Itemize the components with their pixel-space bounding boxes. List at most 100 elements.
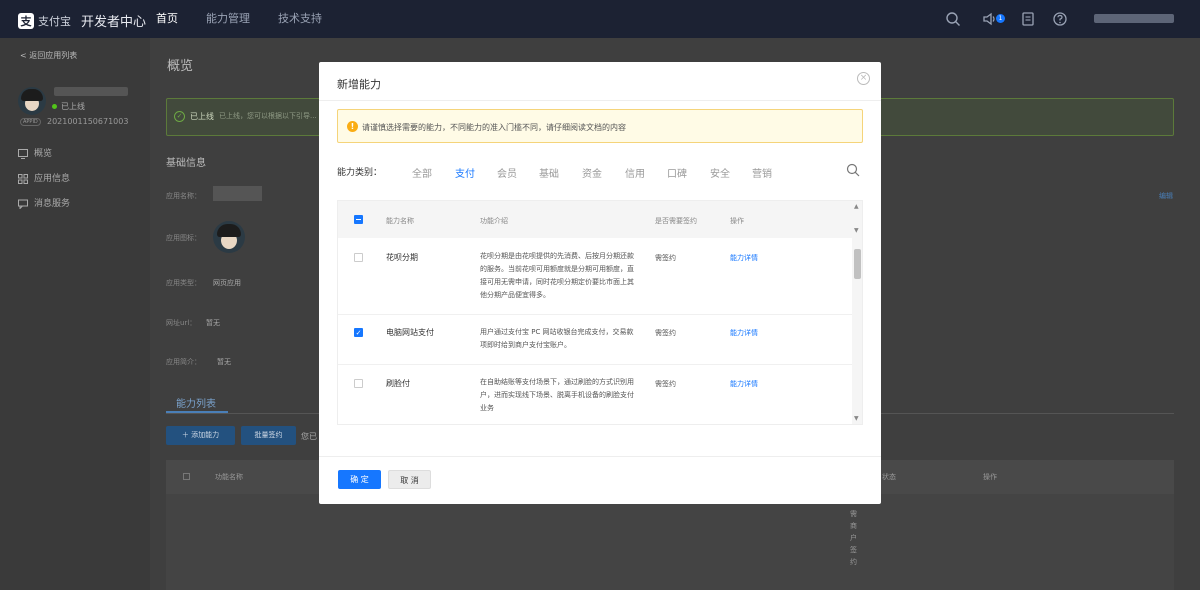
row-checkbox-pc-web-pay[interactable]: ✓ [354,328,363,337]
search-icon[interactable] [846,163,860,177]
sidebar-item-overview[interactable]: 概览 [18,146,70,171]
main-nav: 首页 能力管理 技术支持 [156,0,350,38]
alipay-logo-icon: 支 [18,12,34,29]
field-label-type: 应用类型： [166,279,201,287]
row-desc: 用户通过支付宝 PC 网站收银台完成支付，交易款项即时给到商户支付宝账户。 [480,328,634,349]
category-credit[interactable]: 信用 [625,165,645,180]
table-header-status: 状态 [882,473,896,481]
sidebar-item-message[interactable]: 消息服务 [18,196,70,221]
row-name: 刷脸付 [386,379,410,388]
table-select-all-checkbox[interactable] [183,473,190,480]
row-checkbox-face-pay[interactable] [354,379,363,388]
row-name: 花呗分期 [386,253,418,262]
tab-capability-list[interactable]: 能力列表 [176,395,216,410]
field-value-type: 网页应用 [213,279,241,287]
app-name-value [213,186,262,201]
section-title: 基础信息 [166,158,206,169]
warning-icon: ! [347,121,358,132]
capability-detail-link[interactable]: 能力详情 [730,253,758,263]
row-sign: 需签约 [655,329,676,337]
appid-tag: APPID [20,118,41,126]
top-navbar: 支 支付宝 开发者中心 首页 能力管理 技术支持 1 [0,0,1200,38]
capability-detail-link[interactable]: 能力详情 [730,328,758,338]
modal-footer-divider [319,456,881,457]
notification-badge: 1 [996,14,1005,23]
row-name: 电脑网站支付 [386,328,434,337]
row-sign: 需签约 [655,254,676,262]
user-menu[interactable] [1094,14,1174,23]
grid-icon [18,174,28,184]
help-icon[interactable] [1052,11,1068,27]
category-all[interactable]: 全部 [412,165,432,180]
toolbar-tail-text: 您已 [301,432,317,441]
app-name [54,87,128,96]
app-icon-avatar [213,221,245,253]
batch-sign-button[interactable]: 批量签约 [241,426,296,445]
field-label-icon: 应用图标： [166,234,201,242]
list-scrollbar[interactable]: ▲ ▼ ▼ [852,201,862,424]
online-dot-icon [52,104,57,109]
sidebar-menu: 概览 应用信息 消息服务 [18,146,70,221]
confirm-button[interactable]: 确 定 [338,470,381,489]
category-fund[interactable]: 资金 [582,165,602,180]
category-koubei[interactable]: 口碑 [667,165,687,180]
message-icon [18,199,28,209]
capability-list: 能力名称 功能介绍 是否需要签约 操作 花呗分期 花呗分期是由花呗提供的先消费、… [337,200,863,425]
sidebar-item-label: 概览 [34,149,53,159]
add-capability-button[interactable]: ＋ 添加能力 [166,426,235,445]
sidebar-item-label: 消息服务 [34,199,71,209]
nav-support[interactable]: 技术支持 [278,0,322,38]
modal-title: 新增能力 [337,78,381,91]
row-divider [338,364,852,365]
edit-link[interactable]: 编辑 [1159,191,1173,201]
page-title: 概览 [167,59,194,74]
category-basic[interactable]: 基础 [539,165,559,180]
category-member[interactable]: 会员 [497,165,517,180]
table-cell-sign-status: 需商户签约 [850,510,857,566]
book-icon[interactable] [1020,11,1036,27]
row-divider [338,314,852,315]
alert-status: 已上线 [190,112,214,121]
avatar [18,87,46,115]
back-to-app-list-link[interactable]: < 返回应用列表 [20,50,77,61]
scroll-thumb[interactable] [854,249,861,279]
category-label: 能力类别： [337,168,383,178]
field-label-intro: 应用简介： [166,358,201,366]
sidebar-item-app-info[interactable]: 应用信息 [18,171,70,196]
field-label-url: 网址url： [166,319,197,327]
row-desc: 花呗分期是由花呗提供的先消费、后按月分期还款的服务。当前花呗可用额度就是分期可用… [480,252,634,299]
table-header-name: 功能名称 [215,473,243,481]
row-checkbox-huabei[interactable] [354,253,363,262]
field-label-name: 应用名称： [166,192,201,200]
brand-logo[interactable]: 支 支付宝 开发者中心 [18,11,146,30]
table-header-action: 操作 [983,473,997,481]
row-sign: 需签约 [655,380,676,388]
alert-text: 已上线，您可以根据以下引导... [219,112,317,120]
site-title: 开发者中心 [81,15,147,30]
scroll-down-icon[interactable]: ▼ [854,227,859,234]
cancel-button[interactable]: 取 消 [388,470,431,489]
warning-notice: ! 请谨慎选择需要的能力，不同能力的准入门槛不同，请仔细阅读文档的内容 [337,109,863,143]
select-all-checkbox[interactable] [354,215,363,224]
check-circle-icon: ✓ [174,111,185,122]
add-capability-modal: 新增能力 × ! 请谨慎选择需要的能力，不同能力的准入门槛不同，请仔细阅读文档的… [319,62,881,504]
column-name: 能力名称 [386,217,414,225]
left-sidebar: < 返回应用列表 已上线 APPID 2021001150671003 概览 应… [0,38,150,590]
scroll-bottom-icon[interactable]: ▼ [854,415,859,422]
nav-home[interactable]: 首页 [156,0,178,38]
column-action: 操作 [730,217,744,225]
app-id: 2021001150671003 [47,117,129,126]
notice-text: 请谨慎选择需要的能力，不同能力的准入门槛不同，请仔细阅读文档的内容 [362,123,626,132]
scroll-up-icon[interactable]: ▲ [854,203,859,210]
nav-capability[interactable]: 能力管理 [206,0,250,38]
sidebar-item-label: 应用信息 [34,174,71,184]
field-value-intro: 暂无 [217,358,231,366]
chart-icon [18,149,28,159]
capability-list-header: 能力名称 功能介绍 是否需要签约 操作 [338,201,852,238]
search-icon[interactable] [945,11,961,27]
close-icon[interactable]: × [857,72,870,85]
capability-detail-link[interactable]: 能力详情 [730,379,758,389]
category-marketing[interactable]: 营销 [752,165,772,180]
category-security[interactable]: 安全 [710,165,730,180]
category-payment[interactable]: 支付 [455,165,475,180]
